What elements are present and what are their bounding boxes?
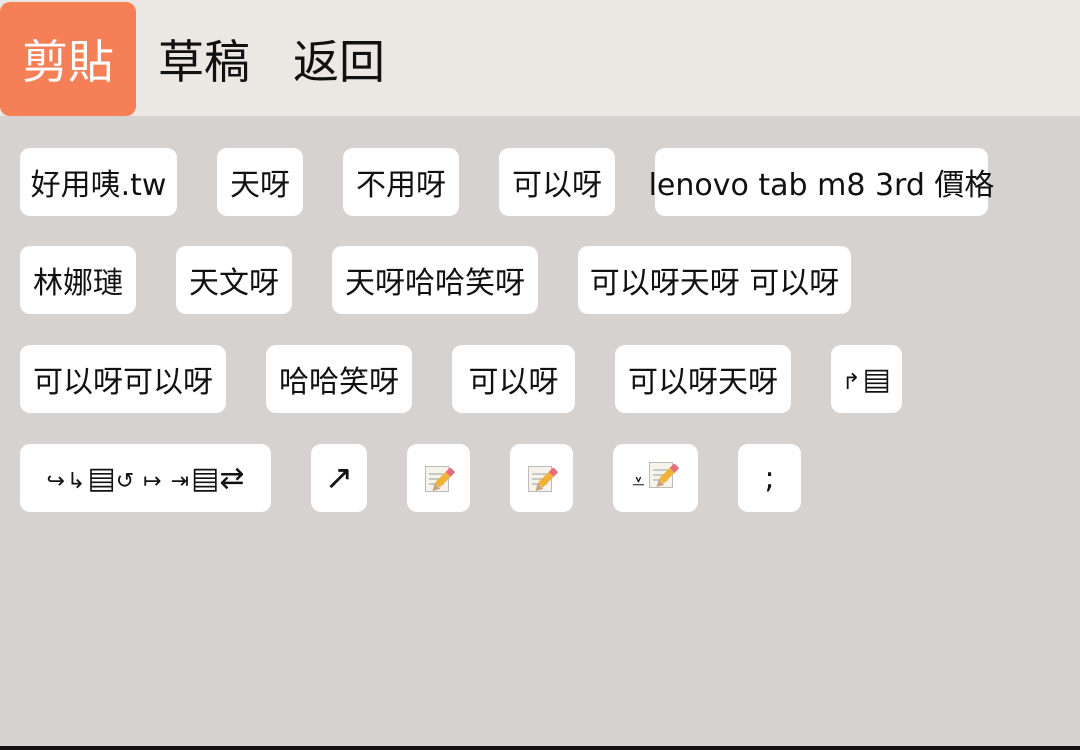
clip-chip-label: 可以呀天呀 可以呀 [589, 266, 840, 301]
return-list-chip[interactable]: ↱▤ [831, 345, 902, 413]
clip-chip-label: 林娜璉 [33, 266, 123, 301]
memo-icon [526, 463, 558, 494]
clip-chip-label: 可以呀可以呀 [33, 365, 213, 400]
symbol-sequence-chip[interactable]: ↪↳▤↺ ↦ ⇥▤⇄ [20, 444, 271, 512]
arrow-chip[interactable]: ↗ [311, 444, 367, 512]
arrow-northeast-icon: ↗ [324, 458, 354, 498]
clip-chip[interactable]: 天呀 [217, 148, 303, 216]
keyboard-clipboard-panel: 剪貼 草稿 返回 好用咦.tw 天呀 不用呀 可以呀 lenovo tab m8… [0, 0, 1080, 750]
clip-chip[interactable]: 好用咦.tw [20, 148, 177, 216]
down-memo-icon: ⩡ [632, 459, 679, 497]
clip-chip[interactable]: 可以呀 [499, 148, 615, 216]
clip-chip[interactable]: 可以呀天呀 [615, 345, 791, 413]
tab-clipboard[interactable]: 剪貼 [0, 2, 136, 116]
clip-chip-label: 可以呀 [468, 365, 559, 400]
memo-chip[interactable] [407, 444, 470, 512]
memo-icon [423, 463, 455, 494]
memo-chip[interactable] [510, 444, 573, 512]
clip-chip[interactable]: 可以呀可以呀 [20, 345, 226, 413]
clip-chip[interactable]: 天呀哈哈笑呀 [332, 246, 538, 314]
clip-chip-label: 不用呀 [356, 168, 446, 203]
clip-chip[interactable]: lenovo tab m8 3rd 價格 [649, 148, 994, 216]
tab-bar: 剪貼 草稿 返回 [0, 0, 1080, 116]
clip-chip-label: 可以呀 [512, 168, 602, 203]
clip-chip-label: 好用咦.tw [30, 168, 167, 203]
clip-chip[interactable]: 哈哈笑呀 [266, 345, 412, 413]
clip-chip[interactable]: 不用呀 [343, 148, 459, 216]
clip-chip[interactable]: 天文呀 [176, 246, 292, 314]
back-button[interactable]: 返回 [293, 2, 385, 116]
clip-chip[interactable]: 可以呀天呀 可以呀 [578, 246, 851, 314]
clip-chip-label: 天呀哈哈笑呀 [345, 266, 525, 301]
symbol-sequence-icon: ↪↳▤↺ ↦ ⇥▤⇄ [46, 460, 245, 496]
clip-chip-label: 可以呀天呀 [628, 365, 778, 400]
clip-chip-label: 天文呀 [189, 266, 279, 301]
down-memo-chip[interactable]: ⩡ [613, 444, 698, 512]
clip-chip[interactable]: 可以呀 [452, 345, 575, 413]
bottom-border [0, 746, 1080, 750]
clip-chip-label: 天呀 [230, 168, 290, 203]
clip-chip-label: 哈哈笑呀 [279, 365, 399, 400]
clip-chip-label: ; [764, 460, 775, 496]
clip-chip[interactable]: ; [738, 444, 801, 512]
clipboard-list: 好用咦.tw 天呀 不用呀 可以呀 lenovo tab m8 3rd 價格 林… [0, 116, 1080, 746]
clip-chip[interactable]: 林娜璉 [20, 246, 136, 314]
tab-drafts[interactable]: 草稿 [158, 2, 250, 116]
return-list-icon: ↱▤ [842, 361, 891, 397]
clip-chip-label: lenovo tab m8 3rd 價格 [648, 168, 995, 203]
